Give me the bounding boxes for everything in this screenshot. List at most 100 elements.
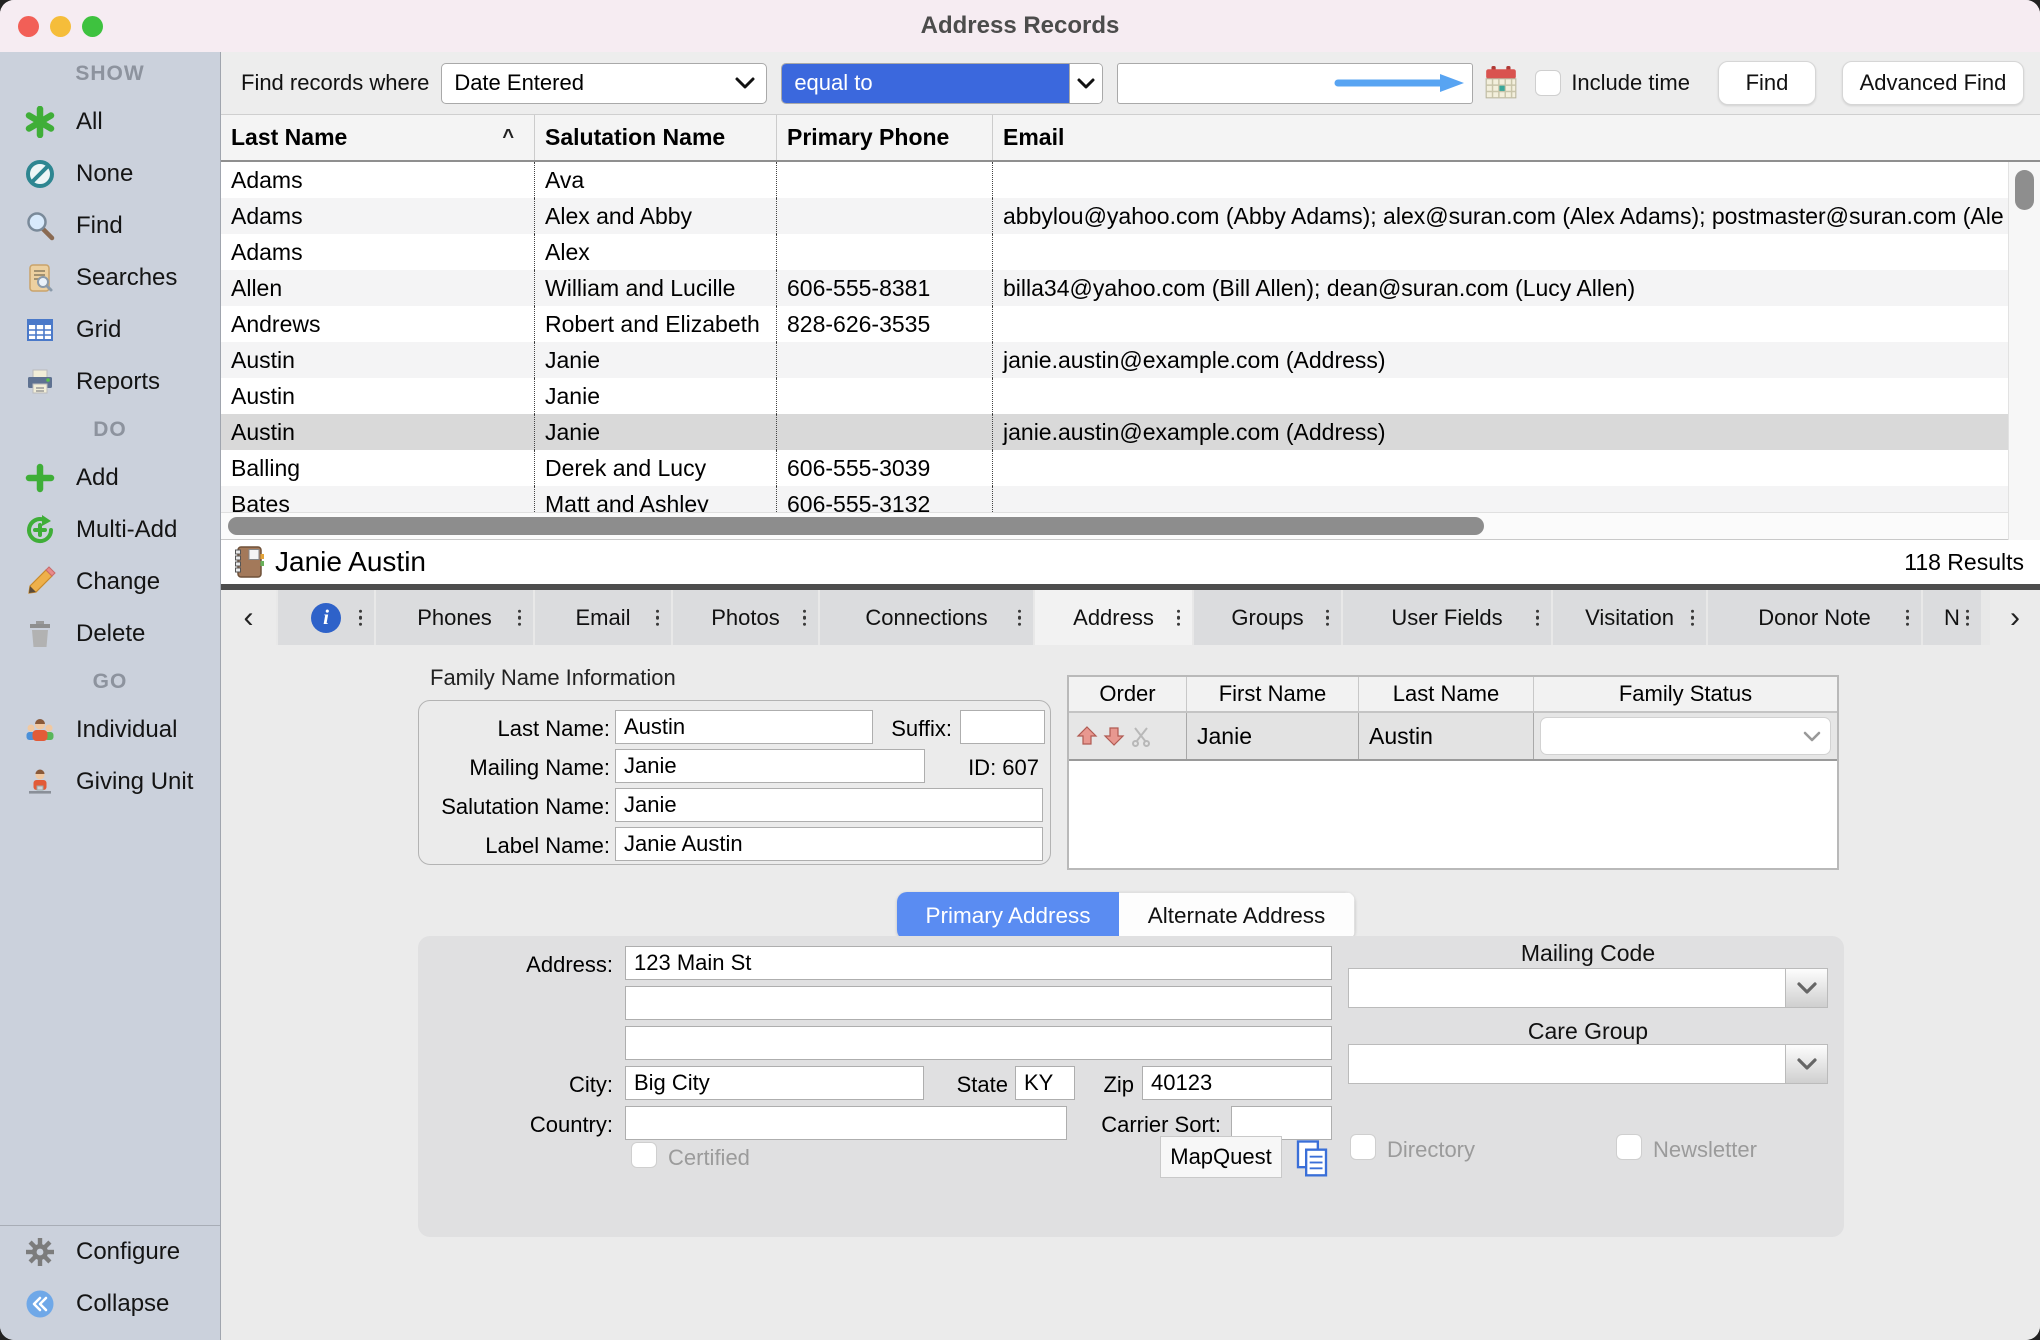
zoom-window-button[interactable] <box>82 16 103 37</box>
calendar-icon[interactable] <box>1483 64 1519 102</box>
last-name-input[interactable] <box>615 710 873 744</box>
scissors-icon[interactable] <box>1129 724 1153 748</box>
table-row[interactable]: BallingDerek and Lucy606-555-3039 <box>221 450 2040 486</box>
sidebar-item-change[interactable]: Change <box>0 556 220 608</box>
mailing-name-input[interactable] <box>615 749 925 783</box>
tab-scroll-right-button[interactable]: › <box>1990 590 2040 645</box>
table-row[interactable]: BatesMatt and Ashley606-555-3132 <box>221 486 2040 512</box>
find-button[interactable]: Find <box>1718 61 1816 105</box>
tab-phones[interactable]: Phones <box>376 590 533 645</box>
vertical-scrollbar-thumb[interactable] <box>2015 170 2034 210</box>
label-name-input[interactable] <box>615 827 1043 861</box>
country-input[interactable] <box>625 1106 1067 1140</box>
table-row[interactable]: AdamsAlex <box>221 234 2040 270</box>
find-value-input[interactable] <box>1117 63 1473 104</box>
sidebar-item-configure[interactable]: Configure <box>0 1226 220 1278</box>
tab-menu-dots-icon[interactable] <box>1691 609 1695 626</box>
tab-menu-dots-icon[interactable] <box>656 609 660 626</box>
tab-n[interactable]: N <box>1923 590 1981 645</box>
family-status-dropdown[interactable] <box>1540 717 1831 755</box>
care-group-dropdown[interactable] <box>1348 1044 1828 1084</box>
zip-input[interactable] <box>1142 1066 1332 1100</box>
column-header-primary-phone[interactable]: Primary Phone <box>776 115 992 160</box>
sidebar-item-collapse[interactable]: Collapse <box>0 1278 220 1330</box>
vertical-scrollbar[interactable] <box>2008 162 2040 540</box>
primary-address-tab[interactable]: Primary Address <box>897 892 1119 940</box>
minimize-window-button[interactable] <box>50 16 71 37</box>
table-row[interactable]: AustinJaniejanie.austin@example.com (Add… <box>221 342 2040 378</box>
tab-donor-note[interactable]: Donor Note <box>1708 590 1921 645</box>
table-row[interactable]: AdamsAva <box>221 162 2040 198</box>
sidebar-item-add[interactable]: Add <box>0 452 220 504</box>
table-row[interactable]: AndrewsRobert and Elizabeth828-626-3535 <box>221 306 2040 342</box>
table-row[interactable]: AustinJaniejanie.austin@example.com (Add… <box>221 414 2040 450</box>
table-row[interactable]: AdamsAlex and Abbyabbylou@yahoo.com (Abb… <box>221 198 2040 234</box>
sidebar-item-multi-add[interactable]: Multi-Add <box>0 504 220 556</box>
tab-menu-dots-icon[interactable] <box>1906 609 1910 626</box>
salutation-name-input[interactable] <box>615 788 1043 822</box>
carrier-sort-input[interactable] <box>1231 1106 1332 1140</box>
column-header-last-name[interactable]: Last Name ^ <box>221 115 534 160</box>
directory-checkbox[interactable] <box>1350 1134 1376 1160</box>
tab-menu-dots-icon[interactable] <box>1177 609 1181 626</box>
include-time-checkbox[interactable] <box>1535 70 1561 96</box>
column-header-email[interactable]: Email <box>992 115 2040 160</box>
sidebar-item-label: Change <box>76 568 160 596</box>
newsletter-checkbox[interactable] <box>1616 1134 1642 1160</box>
member-last-name[interactable]: Austin <box>1358 713 1533 759</box>
move-up-icon[interactable] <box>1075 724 1099 748</box>
sidebar-item-grid[interactable]: Grid <box>0 304 220 356</box>
mailing-code-dropdown[interactable] <box>1348 968 1828 1008</box>
state-input[interactable] <box>1015 1066 1075 1100</box>
mapquest-button[interactable]: MapQuest <box>1160 1136 1282 1178</box>
tab-address[interactable]: Address <box>1035 590 1192 645</box>
family-member-row[interactable]: Janie Austin <box>1069 713 1837 761</box>
tab-visitation[interactable]: Visitation <box>1553 590 1706 645</box>
last-name-cell: Adams <box>221 234 534 270</box>
address-line2-input[interactable] <box>625 986 1332 1020</box>
sidebar-item-none[interactable]: None <box>0 148 220 200</box>
horizontal-scrollbar-thumb[interactable] <box>228 517 1484 535</box>
address-line3-input[interactable] <box>625 1026 1332 1060</box>
table-row[interactable]: AustinJanie <box>221 378 2040 414</box>
column-header-salutation-name[interactable]: Salutation Name <box>534 115 776 160</box>
tab-connections[interactable]: Connections <box>820 590 1033 645</box>
phone-cell: 606-555-3039 <box>776 450 992 486</box>
find-operator-dropdown[interactable]: equal to <box>781 63 1103 104</box>
tab-menu-dots-icon[interactable] <box>1536 609 1540 626</box>
tab-photos[interactable]: Photos <box>673 590 818 645</box>
tab-menu-dots-icon[interactable] <box>803 609 807 626</box>
tab-menu-dots-icon[interactable] <box>1018 609 1022 626</box>
tab-groups[interactable]: Groups <box>1194 590 1341 645</box>
tab-menu-dots-icon[interactable] <box>518 609 522 626</box>
sidebar-item-reports[interactable]: Reports <box>0 356 220 408</box>
sidebar-item-delete[interactable]: Delete <box>0 608 220 660</box>
newsletter-label: Newsletter <box>1653 1137 1803 1163</box>
tab-menu-dots-icon[interactable] <box>359 609 363 626</box>
tab-email[interactable]: Email <box>535 590 671 645</box>
find-field-dropdown[interactable]: Date Entered <box>441 63 767 104</box>
sidebar-item-searches[interactable]: Searches <box>0 252 220 304</box>
advanced-find-button[interactable]: Advanced Find <box>1842 61 2024 105</box>
address-segmented-control: Primary Address Alternate Address <box>897 892 1355 940</box>
certified-checkbox[interactable] <box>631 1142 657 1168</box>
table-row[interactable]: AllenWilliam and Lucille606-555-8381bill… <box>221 270 2040 306</box>
move-down-icon[interactable] <box>1102 724 1126 748</box>
tab-menu-dots-icon[interactable] <box>1326 609 1330 626</box>
alternate-address-tab[interactable]: Alternate Address <box>1119 892 1355 940</box>
sidebar-item-find[interactable]: Find <box>0 200 220 252</box>
sidebar-item-all[interactable]: All <box>0 96 220 148</box>
tab-scroll-left-button[interactable]: ‹ <box>221 590 276 645</box>
tab-info[interactable]: i <box>278 590 374 645</box>
horizontal-scrollbar[interactable] <box>221 512 2040 540</box>
city-input[interactable] <box>625 1066 924 1100</box>
address-line1-input[interactable] <box>625 946 1332 980</box>
sidebar-item-individual[interactable]: Individual <box>0 704 220 756</box>
suffix-input[interactable] <box>960 710 1045 744</box>
sidebar-item-giving-unit[interactable]: Giving Unit <box>0 756 220 808</box>
tab-user-fields[interactable]: User Fields <box>1343 590 1551 645</box>
tab-menu-dots-icon[interactable] <box>1966 609 1970 626</box>
member-first-name[interactable]: Janie <box>1186 713 1358 759</box>
close-window-button[interactable] <box>18 16 39 37</box>
copy-address-icon[interactable] <box>1292 1138 1332 1180</box>
